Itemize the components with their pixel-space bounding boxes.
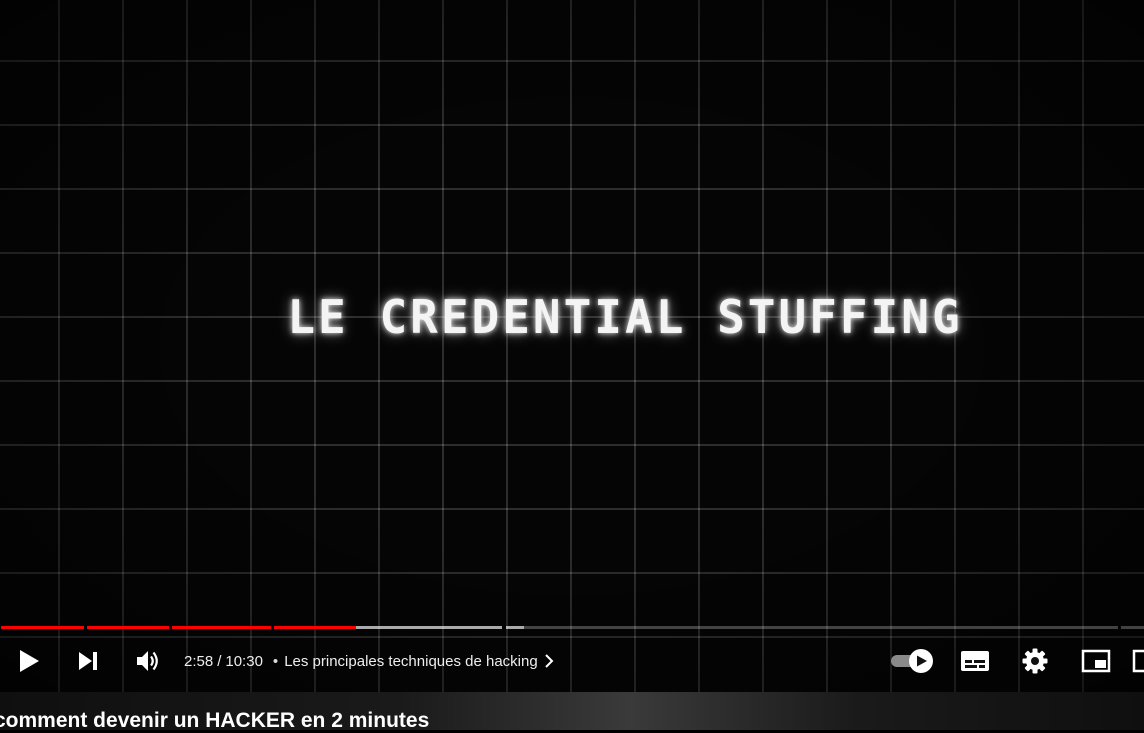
subtitles-button[interactable] [952, 636, 998, 686]
play-button[interactable] [8, 636, 50, 686]
time-display: 2:58 / 10:30 • Les principales technique… [184, 636, 554, 686]
chapter-segment[interactable] [87, 626, 169, 629]
chapter-segment[interactable] [172, 626, 271, 629]
autoplay-toggle-icon [891, 649, 933, 673]
progress-bar[interactable] [0, 626, 1144, 630]
settings-button[interactable] [1012, 636, 1058, 686]
chapter-bullet: • [272, 652, 279, 670]
next-icon [79, 652, 97, 670]
video-title: comment devenir un HACKER en 2 minutes [0, 709, 430, 732]
volume-icon [137, 651, 158, 671]
theater-button[interactable] [1132, 636, 1144, 686]
theater-icon [1132, 649, 1144, 673]
chapter-segment[interactable] [1, 626, 84, 629]
play-icon [20, 650, 39, 672]
time-separator: / [217, 652, 222, 670]
time-duration: 10:30 [225, 652, 263, 670]
chapter-title: Les principales techniques de hacking [284, 652, 538, 670]
progress-played [274, 626, 357, 629]
miniplayer-icon [1081, 649, 1111, 673]
chapter-segment[interactable] [506, 626, 1118, 629]
miniplayer-button[interactable] [1072, 636, 1120, 686]
next-button[interactable] [66, 636, 110, 686]
autoplay-toggle[interactable] [888, 636, 936, 686]
video-info-bar: comment devenir un HACKER en 2 minutes [0, 692, 1144, 732]
chapter-button[interactable]: Les principales techniques de hacking [284, 653, 554, 670]
gear-icon [1022, 648, 1048, 674]
subtitles-icon [961, 651, 989, 671]
time-current: 2:58 [184, 652, 214, 670]
volume-button[interactable] [126, 636, 170, 686]
player-controls: 2:58 / 10:30 • Les principales technique… [0, 636, 1144, 686]
chapter-segment-current[interactable] [274, 626, 502, 629]
chapter-segment[interactable] [1121, 626, 1144, 629]
video-frame[interactable]: LE CREDENTIAL STUFFING 2:58 / 10:30 • Le… [0, 0, 1144, 692]
video-overlay-text: LE CREDENTIAL STUFFING [287, 290, 963, 344]
video-vignette [0, 0, 1144, 692]
chevron-right-icon [544, 654, 554, 668]
